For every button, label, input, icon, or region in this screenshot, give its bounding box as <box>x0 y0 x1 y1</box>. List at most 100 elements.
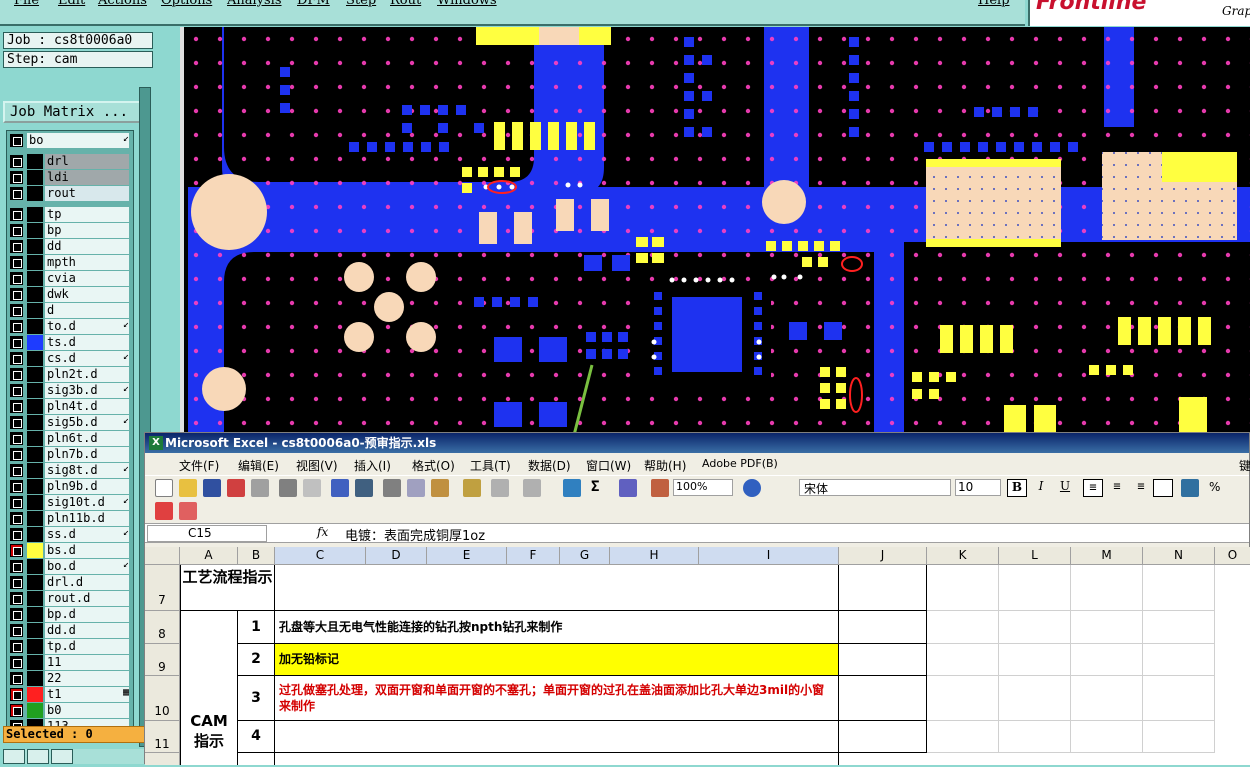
menu-actions[interactable]: Actions <box>98 0 147 8</box>
column-header[interactable]: H <box>610 547 699 565</box>
layer-row[interactable]: ldi <box>7 170 133 185</box>
empty-cell[interactable] <box>1071 611 1143 644</box>
item-number-cell[interactable]: 4 <box>238 721 275 753</box>
autosum-icon[interactable]: Σ <box>591 479 599 495</box>
empty-cell[interactable] <box>1143 644 1215 676</box>
percent-icon[interactable]: % <box>1209 480 1220 494</box>
layer-color-swatch[interactable] <box>27 559 43 574</box>
layer-row[interactable]: pln11b.d <box>7 511 133 526</box>
layer-row[interactable]: cs.d ↙ <box>7 351 133 366</box>
layer-name[interactable]: 11 <box>45 655 129 670</box>
item-text-cell[interactable]: 过孔做塞孔处理，双面开窗和单面开窗的不塞孔；单面开窗的过孔在盖油面添加比孔大单边… <box>275 676 839 721</box>
pcb-graphics-canvas[interactable] <box>180 27 1250 437</box>
layer-color-swatch[interactable] <box>27 543 43 558</box>
menu-dfm[interactable]: DFM <box>297 0 330 8</box>
layer-checkbox[interactable] <box>10 256 23 269</box>
help-icon[interactable] <box>743 479 761 497</box>
layer-name[interactable]: dwk <box>45 287 129 302</box>
layer-row[interactable]: pln2t.d <box>7 367 133 382</box>
layer-row[interactable]: pln6t.d <box>7 431 133 446</box>
layer-row[interactable]: pln9b.d <box>7 479 133 494</box>
empty-cell[interactable] <box>999 644 1071 676</box>
empty-cell[interactable] <box>839 721 927 753</box>
item-number-cell[interactable] <box>238 753 275 765</box>
layer-color-swatch[interactable] <box>27 351 43 366</box>
empty-cell[interactable] <box>839 644 927 676</box>
empty-cell[interactable] <box>1143 676 1215 721</box>
chart-wizard-icon[interactable] <box>651 479 669 497</box>
layer-color-swatch[interactable] <box>27 399 43 414</box>
empty-cell[interactable] <box>1143 721 1215 753</box>
layer-row[interactable]: sig3b.d ↙ <box>7 383 133 398</box>
layer-row[interactable]: pln7b.d <box>7 447 133 462</box>
excel-menu-data[interactable]: 数据(D) <box>528 457 571 474</box>
layer-row[interactable]: mpth <box>7 255 133 270</box>
align-right-icon[interactable]: ≡ <box>1131 479 1151 497</box>
layer-color-swatch[interactable] <box>27 607 43 622</box>
save-icon[interactable] <box>203 479 221 497</box>
layer-name[interactable]: tp.d <box>45 639 129 654</box>
layer-name[interactable]: bs.d <box>45 543 129 558</box>
layer-color-swatch[interactable] <box>27 239 43 254</box>
empty-cell[interactable] <box>927 611 999 644</box>
layer-row[interactable]: sig10t.d ↙ <box>7 495 133 510</box>
layer-checkbox[interactable] <box>10 448 23 461</box>
empty-cell[interactable] <box>839 565 927 611</box>
layer-color-swatch[interactable] <box>27 223 43 238</box>
layer-row[interactable]: rout <box>7 186 133 201</box>
excel-menu-tools[interactable]: 工具(T) <box>470 457 511 474</box>
layer-checkbox[interactable] <box>10 688 23 701</box>
column-header[interactable]: G <box>560 547 610 565</box>
redo-icon[interactable] <box>523 479 541 497</box>
column-header[interactable]: B <box>238 547 275 565</box>
layer-checkbox[interactable] <box>10 576 23 589</box>
excel-title-bar[interactable]: X Microsoft Excel - cs8t0006a0-预审指示.xls <box>145 433 1249 453</box>
layer-color-swatch[interactable] <box>27 639 43 654</box>
layer-row[interactable]: sig5b.d ↙ <box>7 415 133 430</box>
column-header[interactable]: M <box>1071 547 1143 565</box>
item-text-cell[interactable] <box>275 753 839 765</box>
layer-row[interactable]: rout.d <box>7 591 133 606</box>
layer-checkbox[interactable] <box>10 608 23 621</box>
empty-cell[interactable] <box>1071 721 1143 753</box>
layer-name[interactable]: pln4t.d <box>45 399 129 414</box>
excel-menu-format[interactable]: 格式(O) <box>412 457 455 474</box>
layer-row[interactable]: t1 ▦ <box>7 687 133 702</box>
layer-row[interactable]: bo.d ↙ <box>7 559 133 574</box>
column-header[interactable]: F <box>507 547 560 565</box>
empty-cell[interactable] <box>999 721 1071 753</box>
excel-menu-file[interactable]: 文件(F) <box>179 457 219 474</box>
new-icon[interactable] <box>155 479 173 497</box>
layer-name[interactable]: t1 <box>45 687 129 702</box>
italic-icon[interactable]: I <box>1031 479 1051 497</box>
layer-color-swatch[interactable] <box>27 335 43 350</box>
layer-name[interactable]: drl.d <box>45 575 129 590</box>
layer-color-swatch[interactable] <box>27 383 43 398</box>
empty-cell[interactable] <box>927 676 999 721</box>
layer-color-swatch[interactable] <box>27 255 43 270</box>
name-box[interactable]: C15 <box>147 525 267 542</box>
layer-checkbox[interactable] <box>10 704 23 717</box>
layer-row[interactable]: cvia <box>7 271 133 286</box>
layer-checkbox[interactable] <box>10 544 23 557</box>
excel-menu-edit[interactable]: 编辑(E) <box>238 457 279 474</box>
layer-checkbox[interactable] <box>10 432 23 445</box>
menu-analysis[interactable]: Analysis <box>227 0 282 8</box>
layer-name[interactable]: tp <box>45 207 129 222</box>
layer-name[interactable]: pln9b.d <box>45 479 129 494</box>
empty-cell[interactable] <box>1071 644 1143 676</box>
hyperlink-icon[interactable] <box>563 479 581 497</box>
menu-help[interactable]: Help <box>978 0 1010 8</box>
layer-checkbox[interactable] <box>10 640 23 653</box>
align-left-icon[interactable]: ≡ <box>1083 479 1103 497</box>
layer-row[interactable]: dwk <box>7 287 133 302</box>
layer-row[interactable]: drl.d <box>7 575 133 590</box>
process-flow-header-cell[interactable]: 工艺流程指示 <box>180 565 275 611</box>
layer-checkbox[interactable] <box>10 155 23 168</box>
pdf-email-icon[interactable] <box>179 502 197 520</box>
layer-color-swatch[interactable] <box>27 703 43 718</box>
layer-name[interactable]: cvia <box>45 271 129 286</box>
layer-color-swatch[interactable] <box>27 415 43 430</box>
tool-icon[interactable] <box>51 749 73 764</box>
layer-name[interactable]: bp.d <box>45 607 129 622</box>
